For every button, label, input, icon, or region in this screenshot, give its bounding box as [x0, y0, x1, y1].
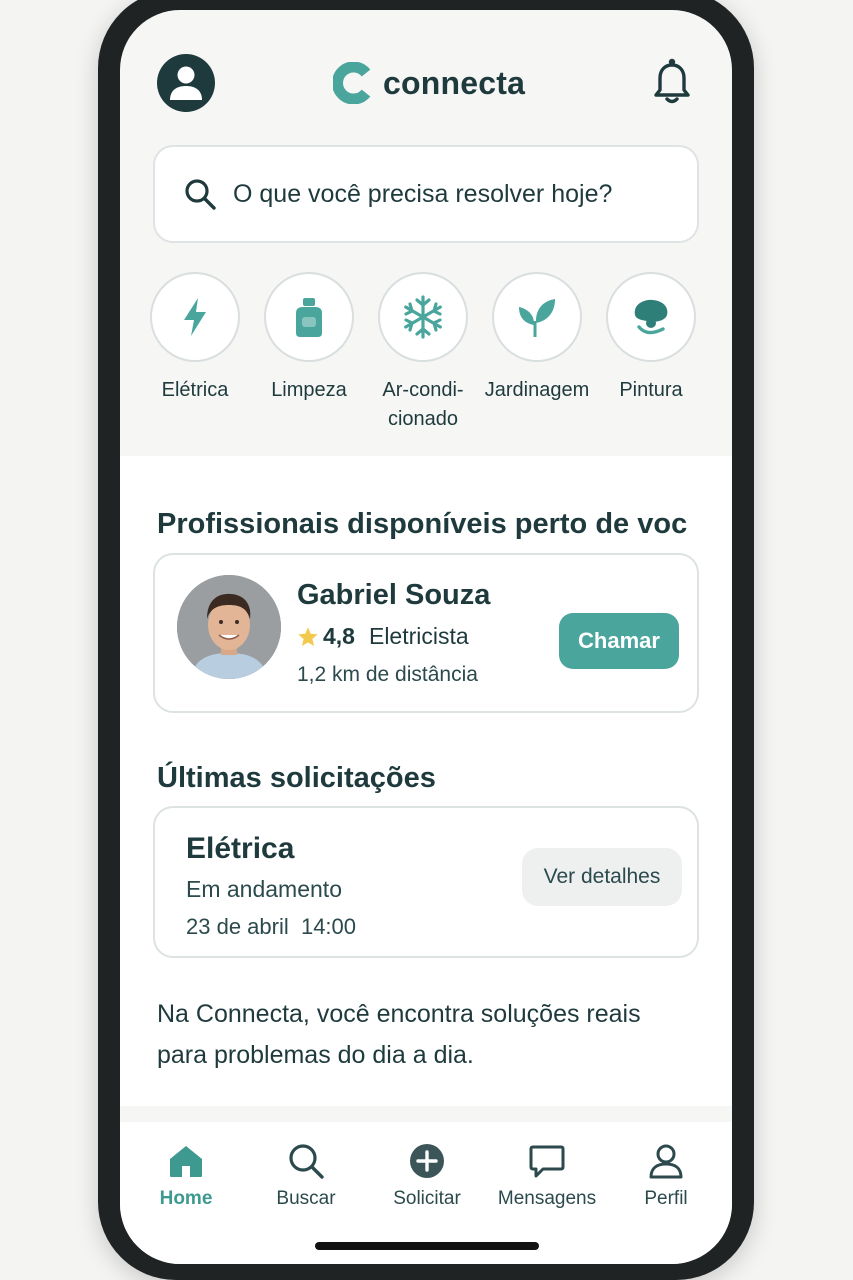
logo-mark-icon	[333, 62, 371, 104]
user-avatar-icon	[170, 66, 202, 100]
spray-bottle-icon	[296, 298, 322, 337]
category-pintura[interactable]: Pintura	[605, 272, 697, 405]
nav-solicitar[interactable]: Solicitar	[367, 1142, 487, 1210]
professional-name: Gabriel Souza	[297, 579, 491, 611]
home-icon	[170, 1146, 202, 1177]
nav-label: Mensagens	[497, 1188, 597, 1209]
nav-buscar[interactable]: Buscar	[246, 1142, 366, 1210]
profile-icon	[649, 1144, 683, 1179]
professional-distance: 1,2 km de distância	[297, 663, 478, 686]
app-screen: connecta O que você precisa resolver hoj…	[120, 10, 732, 1264]
nav-label: Buscar	[276, 1188, 336, 1209]
view-details-button[interactable]: Ver detalhes	[522, 848, 682, 906]
bell-icon[interactable]	[650, 56, 694, 106]
app-name: connecta	[383, 64, 526, 101]
category-label: Elétrica	[161, 379, 229, 401]
category-label: Pintura	[619, 379, 683, 401]
category-label: Ar-condi- cionado	[382, 379, 464, 430]
search-input[interactable]: O que você precisa resolver hoje?	[153, 145, 699, 243]
profile-avatar-button[interactable]	[157, 54, 215, 112]
request-status: Em andamento	[186, 876, 342, 902]
professional-photo	[177, 575, 281, 679]
person-photo-icon	[177, 575, 281, 679]
search-placeholder: O que você precisa resolver hoje?	[233, 179, 613, 208]
snowflake-icon	[404, 295, 442, 339]
professional-rating: 4,8	[323, 623, 355, 649]
lightning-icon	[184, 298, 206, 336]
star-icon	[298, 626, 318, 646]
category-label: Limpeza	[271, 379, 347, 401]
paint-icon	[634, 299, 668, 335]
request-card[interactable]: Elétrica Em andamento 23 de abril 14:00 …	[153, 806, 699, 958]
tagline-text: Na Connecta, você encontra soluções reai…	[157, 1000, 641, 1069]
professional-card[interactable]: Gabriel Souza 4,8 Eletricista 1,2 km de …	[153, 553, 699, 713]
home-indicator[interactable]	[315, 1242, 539, 1250]
professional-profession: Eletricista	[368, 623, 469, 649]
call-button[interactable]: Chamar	[559, 613, 679, 669]
nav-label: Solicitar	[393, 1188, 461, 1209]
app-logo: connecta	[333, 62, 525, 104]
nav-label: Home	[159, 1188, 213, 1209]
nav-perfil[interactable]: Perfil	[606, 1142, 726, 1210]
nearby-section-title: Profissionais disponíveis perto de voc	[157, 508, 688, 540]
recent-section-title: Últimas solicitações	[157, 762, 436, 794]
nav-mensagens[interactable]: Mensagens	[487, 1142, 607, 1210]
search-icon	[185, 179, 216, 210]
nav-home[interactable]: Home	[126, 1142, 246, 1210]
chat-icon	[529, 1145, 565, 1178]
plus-circle-icon	[410, 1144, 444, 1178]
category-label: Jardinagem	[484, 379, 590, 401]
main-content: Profissionais disponíveis perto de voc G…	[120, 456, 732, 1106]
request-category: Elétrica	[186, 832, 295, 865]
professional-meta: 4,8 Eletricista	[297, 623, 469, 650]
leaf-icon	[519, 299, 555, 337]
request-date: 23 de abril 14:00	[186, 914, 357, 939]
category-ar-condicionado[interactable]: Ar-condi- cionado	[377, 272, 469, 434]
category-jardinagem[interactable]: Jardinagem	[485, 272, 589, 405]
category-eletrica[interactable]: Elétrica	[149, 272, 241, 405]
nav-label: Perfil	[644, 1188, 688, 1209]
category-limpeza[interactable]: Limpeza	[263, 272, 355, 405]
search-icon	[289, 1144, 324, 1179]
